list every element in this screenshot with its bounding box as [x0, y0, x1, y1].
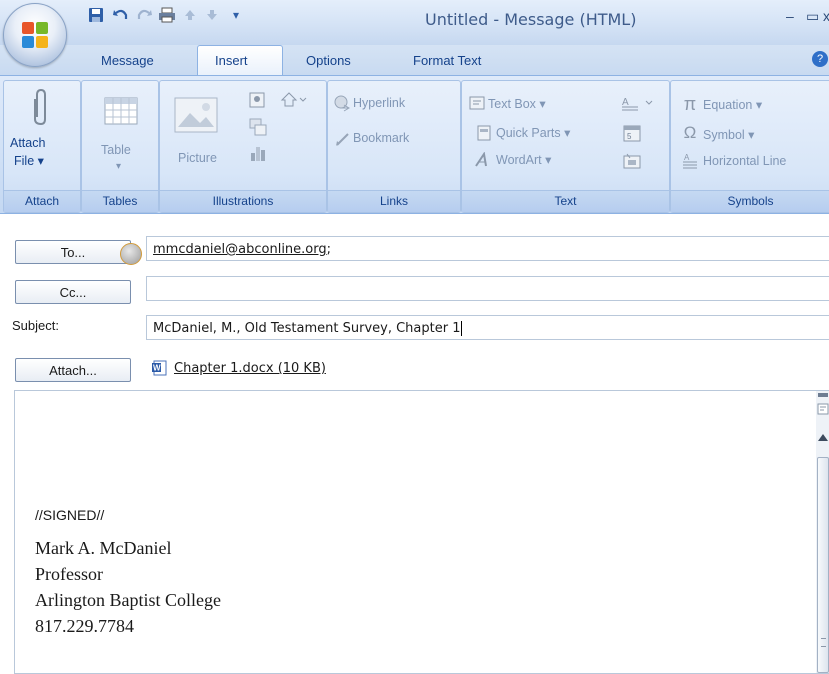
svg-text:A: A [684, 153, 690, 162]
message-body[interactable]: //SIGNED// Mark A. McDaniel Professor Ar… [14, 390, 829, 674]
table-label[interactable]: Table [101, 143, 131, 157]
subject-label: Subject: [12, 318, 59, 333]
wordart-icon[interactable] [474, 151, 494, 169]
horizontal-line-label[interactable]: Horizontal Line [703, 154, 786, 168]
signature-title: Professor [35, 564, 103, 584]
window-title: Untitled - Message (HTML) [425, 10, 637, 29]
group-illustrations: Picture Illustrations [159, 80, 327, 213]
customize-qat-icon[interactable]: ▾ [227, 6, 245, 24]
attachment-link[interactable]: Chapter 1.docx (10 KB) [174, 356, 326, 381]
signature-phone: 817.229.7784 [35, 616, 134, 636]
cc-field[interactable] [146, 276, 829, 301]
maximize-button[interactable]: ▭ [806, 8, 819, 25]
group-label-symbols: Symbols [671, 190, 829, 212]
tab-insert[interactable]: Insert [215, 53, 248, 68]
symbol-icon[interactable]: Ω [681, 123, 699, 142]
scroll-up-arrow-icon[interactable] [818, 434, 828, 441]
save-icon[interactable] [87, 6, 105, 24]
cc-button[interactable]: Cc... [15, 280, 131, 304]
to-field[interactable]: mmcdaniel@abconline.org; [146, 236, 829, 261]
svg-text:W: W [153, 364, 161, 373]
attachment-field: W Chapter 1.docx (10 KB) [146, 356, 829, 381]
paperclip-icon [30, 85, 52, 129]
hyperlink-icon[interactable] [334, 95, 352, 113]
help-icon[interactable]: ? [812, 51, 828, 67]
text-box-label[interactable]: Text Box ▾ [488, 96, 546, 111]
group-label-illustrations: Illustrations [160, 190, 326, 212]
bookmark-icon[interactable] [334, 130, 352, 148]
horizontal-line-icon[interactable]: A [681, 152, 699, 170]
attach-file-label-1[interactable]: Attach [10, 136, 45, 150]
equation-label[interactable]: Equation ▾ [703, 97, 762, 112]
group-label-links: Links [328, 190, 460, 212]
quick-parts-label[interactable]: Quick Parts ▾ [496, 125, 570, 140]
quick-parts-icon[interactable] [476, 124, 492, 142]
svg-text:A: A [622, 97, 629, 108]
tab-options[interactable]: Options [306, 53, 351, 68]
print-icon[interactable] [158, 6, 176, 24]
picture-label[interactable]: Picture [178, 151, 217, 165]
to-button[interactable]: To... [15, 240, 131, 264]
title-bar: ▾ Untitled - Message (HTML) – ▭ x [0, 0, 829, 45]
group-attach: Attach File ▾ Attach [3, 80, 81, 213]
smartart-icon[interactable] [248, 117, 268, 137]
subject-value: McDaniel, M., Old Testament Survey, Chap… [153, 321, 461, 336]
subject-field[interactable]: McDaniel, M., Old Testament Survey, Chap… [146, 315, 829, 340]
word-doc-icon: W [152, 360, 168, 376]
scroll-thumb[interactable] [817, 457, 829, 673]
to-separator: ; [326, 242, 332, 257]
undo-icon[interactable] [112, 6, 130, 24]
svg-text:5: 5 [627, 132, 632, 141]
group-tables: Table ▾ Tables [81, 80, 159, 213]
office-logo-icon [22, 22, 48, 48]
attach-button[interactable]: Attach... [15, 358, 131, 382]
table-dropdown-icon[interactable]: ▾ [116, 161, 121, 172]
symbol-label[interactable]: Symbol ▾ [703, 127, 754, 142]
attach-file-label-2[interactable]: File ▾ [14, 153, 44, 168]
bookmark-label[interactable]: Bookmark [353, 131, 409, 145]
vertical-scrollbar[interactable] [816, 391, 829, 673]
tab-message[interactable]: Message [101, 53, 154, 68]
contact-status-icon [120, 243, 142, 265]
picture-icon[interactable] [174, 97, 218, 133]
to-recipient[interactable]: mmcdaniel@abconline.org [153, 242, 327, 257]
signed-text: //SIGNED// [35, 507, 105, 523]
redo-icon[interactable] [135, 6, 153, 24]
scroll-grip-icon [821, 638, 826, 647]
ribbon: Attach File ▾ Attach Table ▾ Tables Pict… [0, 75, 829, 214]
group-text: Text Box ▾ Quick Parts ▾ WordArt ▾ A 5 T… [461, 80, 670, 213]
group-symbols: π Equation ▾ Ω Symbol ▾ A Horizontal Lin… [670, 80, 829, 213]
tab-format-text[interactable]: Format Text [413, 53, 481, 68]
chart-icon[interactable] [248, 143, 268, 163]
table-icon[interactable] [104, 97, 138, 125]
view-ruler-icon[interactable] [817, 403, 829, 415]
signature-line-icon[interactable]: A [620, 93, 654, 113]
clip-art-icon[interactable] [248, 91, 266, 109]
signature-name: Mark A. McDaniel [35, 538, 172, 558]
minimize-button[interactable]: – [786, 8, 794, 24]
group-links: Hyperlink Bookmark Links [327, 80, 461, 213]
arrow-up-icon[interactable] [181, 6, 199, 24]
equation-icon[interactable]: π [681, 94, 699, 114]
group-label-text: Text [462, 190, 669, 212]
hyperlink-label[interactable]: Hyperlink [353, 96, 405, 110]
ruler-toggle-icon[interactable] [818, 393, 828, 397]
wordart-label[interactable]: WordArt ▾ [496, 152, 551, 167]
signature-org: Arlington Baptist College [35, 590, 221, 610]
text-cursor: ​ [461, 321, 463, 336]
group-label-tables: Tables [82, 190, 158, 212]
group-label-attach: Attach [4, 190, 80, 212]
office-button[interactable] [3, 3, 67, 67]
date-time-icon[interactable]: 5 [622, 123, 642, 143]
text-box-icon[interactable] [468, 95, 486, 111]
object-icon[interactable] [622, 151, 642, 171]
shapes-icon[interactable] [280, 89, 308, 109]
arrow-down-icon[interactable] [203, 6, 221, 24]
close-button[interactable]: x [823, 8, 829, 24]
